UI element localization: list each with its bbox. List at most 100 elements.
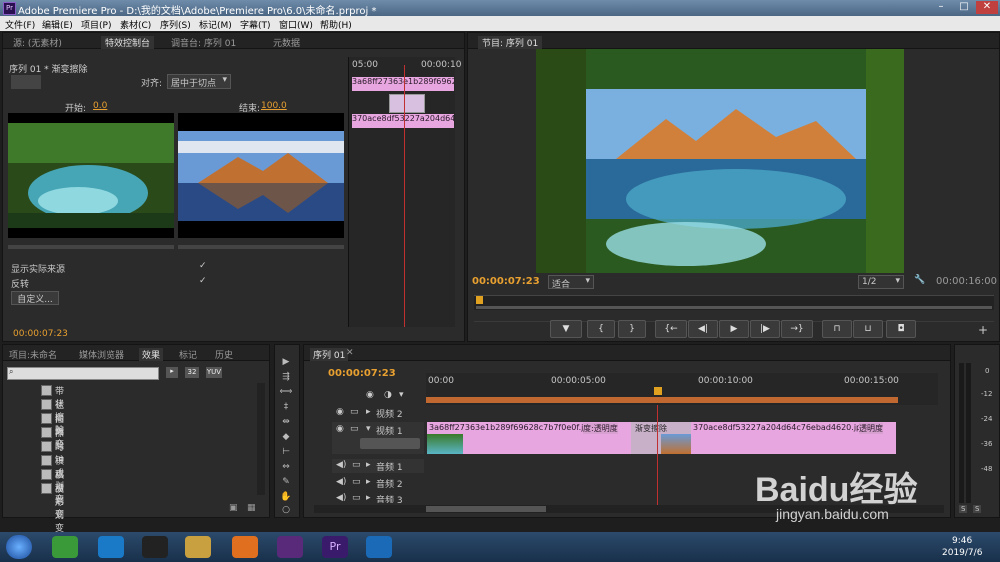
slip-tool-icon[interactable]: ⊢	[279, 447, 293, 459]
mark-out-button[interactable]: }	[618, 320, 646, 338]
go-to-out-button[interactable]: →}	[781, 320, 813, 338]
link-icon[interactable]: ◑	[384, 390, 392, 400]
fit-dropdown[interactable]: 适合 ▾	[548, 275, 594, 290]
clock-time[interactable]: 9:46	[952, 536, 972, 546]
end-value[interactable]: 100.0	[261, 101, 287, 111]
reverse-checkbox[interactable]: ✓	[199, 276, 207, 286]
search-icon: ⌕	[9, 367, 14, 376]
tab-sequence[interactable]: 序列 01	[310, 348, 349, 361]
rolling-edit-tool-icon[interactable]: ‡	[279, 402, 293, 414]
mini-clip-b[interactable]: 370ace8df53227a204d64c76ebad4620.jpg	[352, 114, 454, 128]
menu-title[interactable]: 字幕(T)	[240, 18, 271, 31]
add-button[interactable]: +	[978, 323, 988, 337]
tab-history[interactable]: 历史	[215, 348, 233, 361]
tab-media-browser[interactable]: 媒体浏览器	[79, 348, 124, 361]
effect-timecode[interactable]: 00:00:07:23	[13, 329, 68, 339]
mini-transition[interactable]	[389, 94, 425, 113]
mini-playhead[interactable]	[404, 65, 405, 327]
maximize-button[interactable]: □	[953, 1, 975, 14]
step-forward-button[interactable]: |▶	[750, 320, 780, 338]
menu-file[interactable]: 文件(F)	[5, 18, 35, 31]
meter-label: -36	[981, 440, 993, 448]
work-area-bar[interactable]	[426, 397, 898, 403]
menu-window[interactable]: 窗口(W)	[279, 18, 313, 31]
wrench-icon[interactable]: 🔧	[914, 275, 925, 285]
align-dropdown[interactable]: 居中于切点 ▾	[167, 74, 231, 89]
taskbar-app-icon[interactable]	[52, 536, 78, 558]
custom-button[interactable]: 自定义...	[11, 291, 59, 305]
slide-tool-icon[interactable]: ⇔	[279, 462, 293, 474]
tab-program[interactable]: 节目: 序列 01	[478, 36, 543, 49]
clock-date[interactable]: 2019/7/6	[942, 548, 982, 558]
folder-icon[interactable]	[185, 536, 211, 558]
end-slider[interactable]	[178, 245, 344, 249]
taskbar-app-icon[interactable]	[366, 536, 392, 558]
lift-button[interactable]: ⊓	[822, 320, 852, 338]
accelerated-effects-icon[interactable]: ▸	[166, 367, 178, 378]
rate-stretch-tool-icon[interactable]: ⇹	[279, 417, 293, 429]
show-source-checkbox[interactable]: ✓	[199, 261, 207, 271]
extract-button[interactable]: ⊔	[853, 320, 883, 338]
mark-in-button[interactable]: {	[587, 320, 615, 338]
menu-marker[interactable]: 标记(M)	[199, 18, 232, 31]
mini-clip-a[interactable]: 3a68ff27363e1b289f69628c7b7f0e0f.jpg	[352, 77, 454, 91]
tab-source[interactable]: 源: (无素材)	[13, 36, 62, 49]
pen-tool-icon[interactable]: ✎	[279, 477, 293, 489]
marker-icon[interactable]: ▾	[399, 390, 404, 400]
ripple-edit-tool-icon[interactable]: ⟺	[279, 387, 293, 399]
timeline-ruler[interactable]: 00:00 00:00:05:00 00:00:10:00 00:00:15:0…	[426, 373, 938, 405]
track-select-tool-icon[interactable]: ⇶	[279, 372, 293, 384]
program-timecode[interactable]: 00:00:07:23	[472, 276, 540, 287]
transition-clip[interactable]: 渐变擦除	[631, 422, 691, 454]
clip-2[interactable]: 370ace8df53227a204d64c76ebad4620.jpg 透明度	[691, 422, 896, 454]
taskbar-app-icon[interactable]	[277, 536, 303, 558]
new-bin-icon[interactable]: ▣	[229, 503, 238, 513]
firefox-icon[interactable]	[232, 536, 258, 558]
start-button[interactable]	[6, 535, 32, 559]
menu-clip[interactable]: 素材(C)	[120, 18, 151, 31]
program-scrub-bar[interactable]	[474, 295, 994, 310]
go-to-in-button[interactable]: {←	[655, 320, 687, 338]
premiere-taskbar-icon[interactable]: Pr	[322, 536, 348, 558]
menu-edit[interactable]: 编辑(E)	[42, 18, 73, 31]
play-button[interactable]: ▶	[719, 320, 749, 338]
export-frame-button[interactable]: ◘	[886, 320, 916, 338]
timeline-timecode[interactable]: 00:00:07:23	[328, 368, 396, 379]
zoom-dropdown[interactable]: 1/2 ▾	[858, 275, 904, 289]
minimize-button[interactable]: –	[930, 1, 952, 14]
menu-help[interactable]: 帮助(H)	[320, 18, 352, 31]
start-slider[interactable]	[8, 245, 174, 249]
effects-scrollbar[interactable]	[257, 383, 265, 495]
delete-icon[interactable]: ▦	[247, 503, 256, 513]
clip-1[interactable]: 3a68ff27363e1b289f69628c7b7f0e0f.jpg 度:透…	[427, 422, 659, 454]
snap-icon[interactable]: ◉	[366, 390, 374, 400]
yuv-button[interactable]: YUV	[206, 367, 222, 378]
razor-tool-icon[interactable]: ◆	[279, 432, 293, 444]
tab-project[interactable]: 项目:未命名	[9, 348, 57, 361]
tab-effect-controls[interactable]: 特效控制台	[101, 36, 155, 49]
step-back-button[interactable]: ◀|	[688, 320, 718, 338]
tab-effects[interactable]: 效果	[139, 348, 164, 361]
close-button[interactable]: ✕	[976, 1, 998, 14]
menu-project[interactable]: 项目(P)	[81, 18, 111, 31]
taskbar-app-icon[interactable]	[98, 536, 124, 558]
zoom-tool-icon[interactable]: ○	[279, 505, 293, 517]
menu-sequence[interactable]: 序列(S)	[160, 18, 191, 31]
solo-right-button[interactable]: S	[973, 505, 982, 513]
32bit-button[interactable]: 32	[185, 367, 199, 378]
meter-label: 0	[985, 367, 990, 375]
close-icon[interactable]: ✕	[346, 348, 354, 358]
tab-audio-mixer[interactable]: 调音台: 序列 01	[171, 36, 236, 49]
effects-search-input[interactable]: ⌕	[7, 367, 159, 380]
playhead-marker[interactable]	[654, 387, 662, 395]
tab-markers[interactable]: 标记	[179, 348, 197, 361]
add-marker-button[interactable]: ▼	[550, 320, 582, 338]
solo-left-button[interactable]: S	[959, 505, 968, 513]
hand-tool-icon[interactable]: ✋	[279, 492, 293, 504]
start-value[interactable]: 0.0	[93, 101, 107, 111]
tab-metadata[interactable]: 元数据	[273, 36, 300, 49]
selection-tool-icon[interactable]: ▶	[279, 357, 293, 369]
qq-icon[interactable]	[142, 536, 168, 558]
timeline-playhead-line[interactable]	[657, 405, 658, 505]
playhead-marker[interactable]	[476, 296, 483, 304]
